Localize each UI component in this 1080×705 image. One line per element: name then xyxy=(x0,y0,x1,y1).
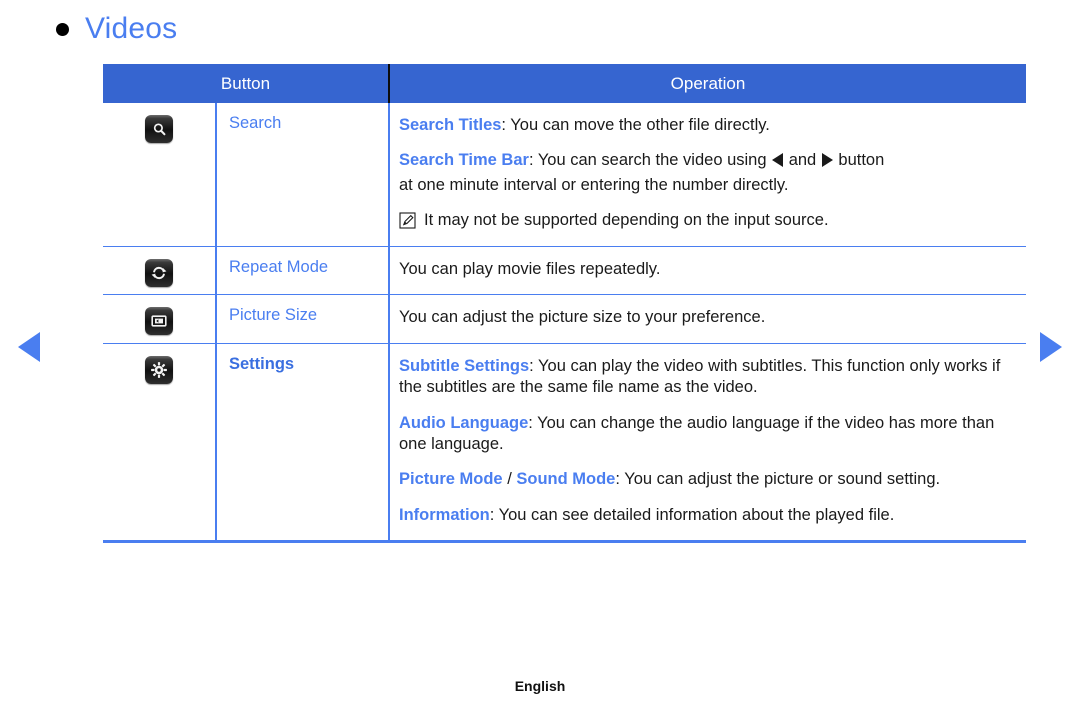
table-row: Search Search Titles: You can move the o… xyxy=(103,103,1026,247)
operation-separator: : xyxy=(615,470,625,489)
operation-line: Search Time Bar: You can search the vide… xyxy=(399,150,1012,171)
row-icon-cell-repeat xyxy=(103,246,216,296)
row-operation-repeat-mode: You can play movie files repeatedly. xyxy=(388,246,1026,296)
table-header-operation: Operation xyxy=(388,64,1026,103)
next-page-arrow-icon[interactable] xyxy=(1040,332,1062,362)
row-operation-search: Search Titles: You can move the other fi… xyxy=(388,103,1026,247)
note-text: It may not be supported depending on the… xyxy=(424,211,829,230)
operation-text: You can search the video using xyxy=(537,151,772,170)
table-row: Repeat Mode You can play movie files rep… xyxy=(103,246,1026,296)
operation-text: button xyxy=(833,151,885,170)
operation-key: Subtitle Settings xyxy=(399,356,530,375)
prev-page-arrow-icon[interactable] xyxy=(18,332,40,362)
operation-text: and xyxy=(784,151,821,170)
row-operation-picture-size: You can adjust the picture size to your … xyxy=(388,294,1026,344)
page-title: Videos xyxy=(85,12,178,45)
row-icon-cell-search xyxy=(103,103,216,247)
operation-separator: : xyxy=(529,356,539,375)
row-name-repeat-mode: Repeat Mode xyxy=(215,246,389,296)
table-row: Settings Subtitle Settings: You can play… xyxy=(103,343,1026,544)
bullet-dot-icon xyxy=(56,22,69,36)
operation-separator: : xyxy=(528,413,538,432)
operation-line: at one minute interval or entering the n… xyxy=(399,175,1012,196)
operation-line: You can play movie files repeatedly. xyxy=(399,259,1012,280)
note-pencil-icon xyxy=(399,212,416,229)
operation-text: You can adjust the picture or sound sett… xyxy=(624,470,941,489)
operation-text: You can adjust the picture size to your … xyxy=(399,308,766,327)
operation-text: at one minute interval or entering the n… xyxy=(399,175,789,194)
operation-key-slash: / xyxy=(502,470,517,489)
table-header-button: Button xyxy=(103,64,389,103)
row-name-search: Search xyxy=(215,103,389,247)
table-header-row: Button Operation xyxy=(103,64,1026,103)
operation-line: Information: You can see detailed inform… xyxy=(399,505,1012,526)
search-key-icon[interactable] xyxy=(145,115,173,143)
operation-note: It may not be supported depending on the… xyxy=(399,210,1012,231)
operation-line: You can adjust the picture size to your … xyxy=(399,307,1012,328)
repeat-key-icon[interactable] xyxy=(145,258,173,287)
page-heading: Videos xyxy=(56,14,177,44)
triangle-left-inline-icon xyxy=(772,153,784,168)
operation-line: Search Titles: You can move the other fi… xyxy=(399,115,1012,136)
operation-key: Information xyxy=(399,505,490,524)
operation-key: Search Time Bar xyxy=(399,151,529,170)
operation-line: Subtitle Settings: You can play the vide… xyxy=(399,356,1012,399)
row-name-picture-size: Picture Size xyxy=(215,294,389,344)
operation-key: Search Titles xyxy=(399,116,502,134)
operation-separator: : xyxy=(501,116,511,134)
operation-key-secondary: Sound Mode xyxy=(516,470,616,489)
videos-button-operation-table: Button Operation Search Search Titles: Y… xyxy=(103,64,1026,544)
operation-text: You can see detailed information about t… xyxy=(498,505,895,524)
operation-text: You can play movie files repeatedly. xyxy=(399,259,661,278)
row-name-settings-label: Settings xyxy=(229,354,295,373)
operation-separator: : xyxy=(528,151,538,170)
operation-key: Picture Mode xyxy=(399,470,503,489)
picture-size-key-icon[interactable] xyxy=(145,307,173,336)
triangle-right-inline-icon xyxy=(821,153,833,168)
row-icon-cell-picture-size xyxy=(103,294,216,344)
operation-key: Audio Language xyxy=(399,413,529,432)
settings-gear-key-icon[interactable] xyxy=(145,355,173,384)
row-icon-cell-settings xyxy=(103,343,216,544)
table-row: Picture Size You can adjust the picture … xyxy=(103,294,1026,344)
row-operation-settings: Subtitle Settings: You can play the vide… xyxy=(388,343,1026,544)
operation-line: Picture Mode / Sound Mode: You can adjus… xyxy=(399,469,1012,490)
operation-text: You can move the other file directly. xyxy=(510,116,770,134)
operation-line: Audio Language: You can change the audio… xyxy=(399,413,1012,456)
row-name-settings: Settings xyxy=(215,343,389,544)
footer-language-label: English xyxy=(514,678,566,694)
operation-separator: : xyxy=(489,505,499,524)
